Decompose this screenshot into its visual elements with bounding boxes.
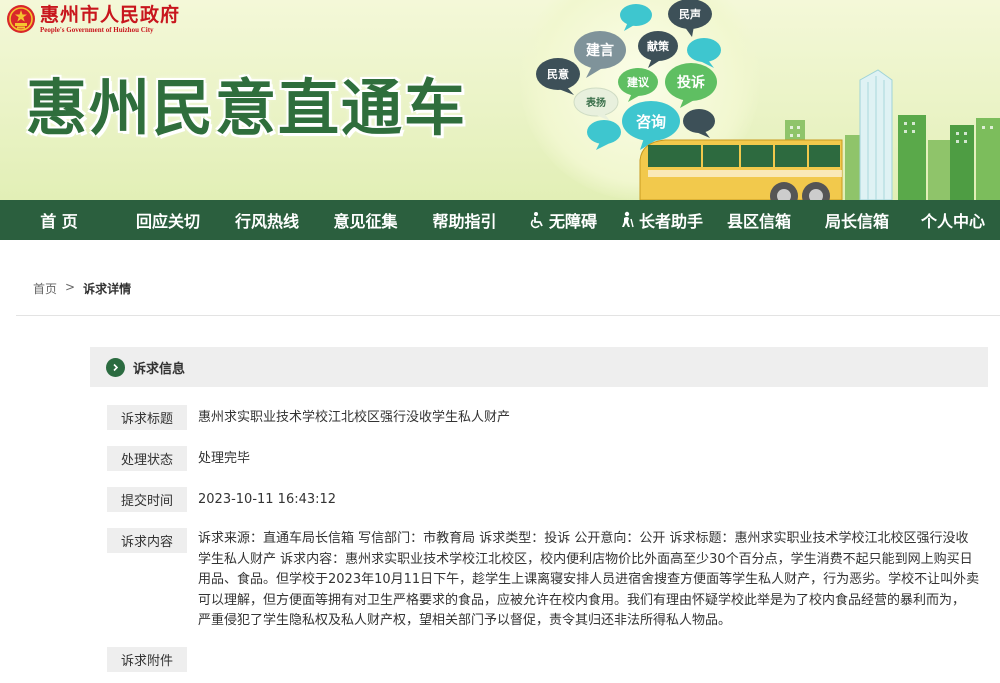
- nav-item-personal-center[interactable]: 个人中心: [906, 200, 1000, 240]
- content-line: 学生私人财产 诉求内容：惠州求实职业技术学校江北校区，校内便利店物价比外面高至少…: [198, 551, 973, 567]
- field-value-time: 2023-10-11 16:43:12: [198, 492, 337, 507]
- content-line: 严重侵犯了学生隐私权及私人财产权，望相关部门予以督促，责令其归还非法所得私人物品…: [198, 613, 732, 628]
- nav-item-label: 长者助手: [638, 212, 703, 231]
- field-row-status: 处理状态 处理完毕: [107, 446, 250, 471]
- field-label: 提交时间: [107, 487, 187, 512]
- breadcrumb-separator: >: [65, 280, 76, 294]
- nav-item-county-mailbox[interactable]: 县区信箱: [710, 200, 808, 240]
- banner-sun-glow: [520, 0, 760, 200]
- field-row-attachment: 诉求附件: [107, 647, 198, 672]
- field-label: 诉求内容: [107, 528, 187, 553]
- nav-item-hotline[interactable]: 行风热线: [218, 200, 316, 240]
- content-line: 可以理解，但方便面等拥有对卫生严格要求的食品，应被允许在校内食用。我们有理由怀疑…: [198, 592, 966, 608]
- nav-item-label: 个人中心: [920, 212, 985, 231]
- nav-item-response[interactable]: 回应关切: [118, 200, 218, 240]
- elder-icon: [621, 211, 634, 228]
- section-header: 诉求信息: [90, 347, 988, 387]
- nav-item-director-mailbox[interactable]: 局长信箱: [808, 200, 906, 240]
- nav-item-accessibility[interactable]: 无障碍: [514, 200, 611, 240]
- field-row-time: 提交时间 2023-10-11 16:43:12: [107, 487, 336, 512]
- nav-item-label: 回应关切: [135, 212, 200, 231]
- nav-item-opinion[interactable]: 意见征集: [316, 200, 415, 240]
- header-banner: 惠州市人民政府 People's Government of Huizhou C…: [0, 0, 1000, 200]
- content-line: 诉求来源：直通车局长信箱 写信部门：市教育局 诉求类型：投诉 公开意向：公开 诉…: [198, 531, 969, 546]
- field-row-content: 诉求内容 诉求来源：直通车局长信箱 写信部门：市教育局 诉求类型：投诉 公开意向…: [107, 528, 988, 632]
- field-label: 诉求标题: [107, 405, 187, 430]
- section-title: 诉求信息: [133, 361, 186, 377]
- field-row-title: 诉求标题 惠州求实职业技术学校江北校区强行没收学生私人财产: [107, 405, 510, 430]
- nav-item-label: 首 页: [40, 212, 78, 231]
- content-line: 用品、食品。但学校于2023年10月11日下午，趁学生上课离寝安排人员进宿舍搜查…: [198, 572, 980, 587]
- site-title: 惠州民意直通车: [26, 73, 468, 144]
- field-value-status: 处理完毕: [198, 451, 251, 466]
- breadcrumb-home-link[interactable]: 首页: [33, 280, 57, 297]
- nav-item-label: 帮助指引: [432, 212, 497, 231]
- nav-item-guide[interactable]: 帮助指引: [415, 200, 514, 240]
- nav-item-label: 局长信箱: [824, 212, 889, 231]
- gov-english-name: People's Government of Huizhou City: [40, 26, 154, 34]
- gov-name: 惠州市人民政府: [40, 4, 181, 26]
- field-value-content: 诉求来源：直通车局长信箱 写信部门：市教育局 诉求类型：投诉 公开意向：公开 诉…: [198, 528, 988, 632]
- field-label: 处理状态: [107, 446, 187, 471]
- field-value-title: 惠州求实职业技术学校江北校区强行没收学生私人财产: [198, 410, 511, 425]
- nav-item-label: 行风热线: [234, 212, 299, 231]
- gov-logo[interactable]: 惠州市人民政府 People's Government of Huizhou C…: [6, 4, 180, 34]
- main-nav: 首 页 回应关切 行风热线 意见征集 帮助指引 无障碍 长者助手 县区信箱 局长…: [0, 200, 1000, 240]
- nav-item-label: 无障碍: [548, 212, 597, 231]
- wheelchair-icon: [530, 212, 543, 229]
- breadcrumb: 首页 > 诉求详情: [33, 280, 131, 297]
- divider: [16, 315, 1000, 316]
- field-label: 诉求附件: [107, 647, 187, 672]
- nav-item-home[interactable]: 首 页: [0, 200, 118, 240]
- city-skyline: [785, 69, 1000, 200]
- nav-item-label: 县区信箱: [726, 212, 791, 231]
- nav-item-elder[interactable]: 长者助手: [611, 200, 710, 240]
- breadcrumb-current: 诉求详情: [83, 282, 132, 296]
- nav-item-label: 意见征集: [333, 212, 398, 231]
- national-emblem-icon: [7, 5, 35, 33]
- chevron-right-circle-icon: [106, 357, 125, 377]
